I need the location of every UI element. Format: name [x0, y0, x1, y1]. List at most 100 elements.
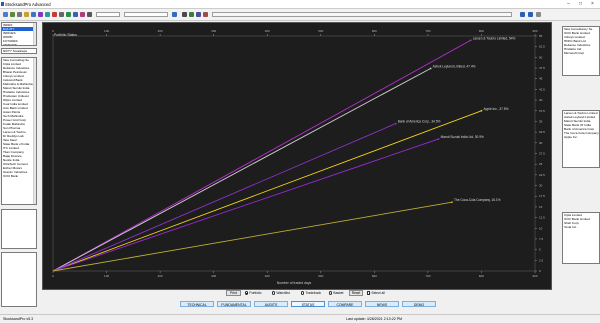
stock-list: Tata Consulting Se Cipla Limited Reliance …: [1, 57, 37, 205]
save-icon[interactable]: [10, 12, 15, 17]
y-tick-label: 30: [539, 141, 543, 145]
reset-button[interactable]: Reset: [349, 290, 363, 296]
tile-icon[interactable]: [528, 12, 533, 17]
grid-icon[interactable]: [45, 12, 50, 17]
chart-icon[interactable]: [31, 12, 36, 17]
info-icon[interactable]: [536, 12, 541, 17]
market-list: INDEX EQUITY INDICES WORK FUTURES OPTIONS: [1, 22, 37, 46]
maximize-icon[interactable]: □: [576, 1, 585, 8]
open-icon[interactable]: [3, 12, 8, 17]
x-tick-label: 800: [479, 274, 484, 278]
series-line[interactable]: [52, 201, 453, 272]
y-tick-label: 20: [539, 184, 543, 188]
x-tick-label: 600: [372, 274, 377, 278]
left-sidebar: INDEX EQUITY INDICES WORK FUTURES OPTIONS NIF…: [0, 22, 39, 312]
print-icon[interactable]: [17, 12, 22, 17]
refresh-icon[interactable]: [66, 12, 71, 17]
heart-icon[interactable]: [80, 12, 85, 17]
y-tick-label: 22.5: [539, 173, 545, 177]
x-top-tick-label: 900: [532, 29, 537, 33]
tab-audits[interactable]: AUDITS: [254, 301, 288, 307]
y-tick-label: 12.5: [539, 216, 545, 220]
x-top-tick-label: 700: [425, 29, 430, 33]
series-endpoint: [451, 201, 453, 204]
series-line[interactable]: [52, 39, 471, 272]
x-top-tick-label: 400: [265, 29, 270, 33]
series-endpoint: [394, 122, 397, 125]
alert-icon[interactable]: [52, 12, 57, 17]
y-tick-label: 50: [539, 55, 543, 59]
window-icon[interactable]: [520, 12, 525, 17]
symbol-input[interactable]: [96, 12, 120, 17]
scrollbar[interactable]: [33, 23, 36, 45]
radio-dot: [245, 291, 249, 295]
series-line[interactable]: [52, 123, 396, 272]
x-tick-label: 700: [425, 274, 430, 278]
series-label: Bank of America Corp., 34.5%: [398, 120, 441, 124]
watch-list-2: Larsen & Toubro Limited Ashok Leyland Lim…: [562, 110, 600, 168]
index-selector[interactable]: NIFTY Smallcaps: [1, 48, 37, 54]
y-tick-label: 27.5: [539, 152, 545, 156]
chart-title: Portfolio Status: [54, 33, 77, 37]
close-icon[interactable]: ×: [588, 1, 597, 8]
chart-canvas: 0 100 200 300 400 500 600 700 800 9000 100 200 300 40…: [52, 29, 545, 285]
radio-basket[interactable]: Basket: [329, 290, 343, 296]
series-line[interactable]: [52, 68, 431, 272]
tab-demo[interactable]: DEMO: [402, 301, 436, 307]
folder-icon[interactable]: [24, 12, 29, 17]
right-sidebar: Tata Consultancy Se ICICI Bank Limited Inf…: [558, 22, 600, 312]
list-item[interactable]: ICICI Bank: [2, 174, 36, 178]
stop-icon[interactable]: [203, 12, 208, 17]
list-item[interactable]: Microsoft Corp: [563, 51, 599, 55]
select-all-checkbox[interactable]: Select all: [367, 290, 385, 298]
radio-dot: [301, 291, 305, 295]
scrollbar[interactable]: [33, 58, 36, 204]
tab-status[interactable]: STATUS: [291, 301, 325, 307]
settings-icon[interactable]: [59, 12, 64, 17]
window-title: StocksandPro Advanced: [5, 2, 51, 7]
y-tick-label: 15: [539, 205, 543, 209]
series-label: Ashok Leyland Limited, 47.4%: [433, 64, 476, 68]
title-bar: StocksandPro Advanced – □ ×: [0, 0, 600, 9]
tab-technical[interactable]: TECHNICAL: [180, 301, 214, 307]
empty-panel-2: [1, 252, 37, 307]
y-tick-label: 2.5: [539, 258, 544, 262]
list-item[interactable]: Apple Inc.: [563, 135, 599, 139]
x-tick-label: 500: [318, 274, 323, 278]
view-tabs: TECHNICAL FUNDAMENTAL AUDITS STATUS COMPARE N…: [180, 301, 436, 308]
export-icon[interactable]: [189, 12, 194, 17]
tab-news[interactable]: NEWS: [365, 301, 399, 307]
y-tick-label: 25: [539, 162, 543, 166]
radio-watchlist[interactable]: Watchlist: [272, 290, 290, 296]
x-tick-label: 200: [158, 274, 163, 278]
x-tick-label: 300: [211, 274, 216, 278]
x-top-tick-label: 200: [158, 29, 163, 33]
list-item[interactable]: OPTIONS: [2, 43, 36, 45]
minimize-icon[interactable]: –: [564, 1, 573, 8]
series-label: Larsen & Toubro Limited, 54%: [473, 36, 516, 40]
zoom-icon[interactable]: [73, 12, 78, 17]
series-line[interactable]: [52, 138, 439, 272]
last-update-label: Last update: 4/28/2021 2:10:22 PM: [346, 317, 403, 321]
list-item[interactable]: Tesla Inc.: [563, 225, 599, 229]
x-top-tick-label: 600: [372, 29, 377, 33]
x-top-tick-label: 300: [211, 29, 216, 33]
y-tick-label: 35: [539, 119, 543, 123]
layout-icon[interactable]: [38, 12, 43, 17]
series-endpoint: [480, 109, 483, 112]
calendar-icon[interactable]: [182, 12, 187, 17]
status-bar: StocksandPro v5.3 Last update: 4/28/2021…: [0, 314, 600, 323]
search-input[interactable]: [124, 12, 168, 17]
help-icon[interactable]: [196, 12, 201, 17]
series-line[interactable]: [52, 110, 482, 272]
print-button[interactable]: Print: [226, 290, 241, 296]
radio-tradebook[interactable]: Tradebook: [301, 290, 321, 296]
version-label: StocksandPro v5.3: [3, 317, 34, 321]
y-tick-label: 45: [539, 77, 543, 81]
filter-icon[interactable]: [87, 12, 92, 17]
tab-fundamental[interactable]: FUNDAMENTAL: [217, 301, 251, 307]
radio-portfolio[interactable]: Portfolio: [245, 290, 262, 296]
tab-compare[interactable]: COMPARE: [328, 301, 362, 307]
y-tick-label: 47.5: [539, 66, 545, 70]
go-icon[interactable]: [172, 12, 177, 17]
